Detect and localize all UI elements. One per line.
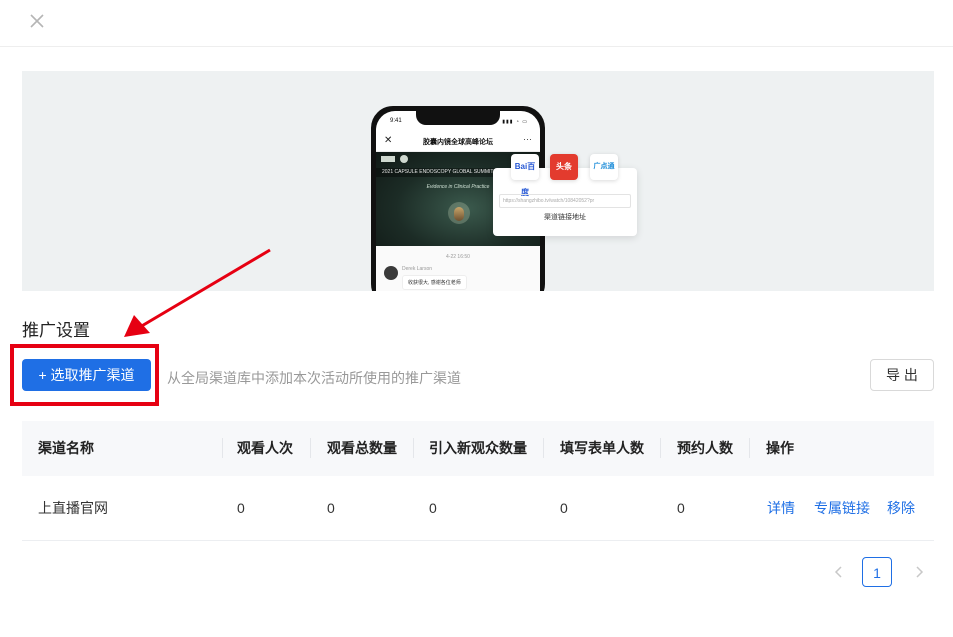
- chat-area: 4-22 16:50 Derek Larson 收获很大, 感谢各位老师: [376, 246, 540, 291]
- status-time: 9:41: [390, 118, 402, 124]
- close-icon[interactable]: [26, 10, 48, 32]
- annotation-arrow-icon: [124, 248, 271, 337]
- col-divider: [413, 438, 414, 458]
- col-divider: [660, 438, 661, 458]
- banner-badge: [400, 155, 408, 163]
- chevron-right-icon[interactable]: [910, 562, 928, 582]
- col-new-viewers: 引入新观众数量: [429, 440, 527, 456]
- col-actions: 操作: [766, 440, 794, 456]
- col-reservations: 预约人数: [677, 440, 733, 456]
- cell-reservations: 0: [677, 500, 685, 516]
- select-channel-hint: 从全局渠道库中添加本次活动所使用的推广渠道: [167, 370, 461, 386]
- col-divider: [310, 438, 311, 458]
- channel-url: https://shangzhibo.tv/watch/10842052?pr: [499, 194, 631, 208]
- channel-link-card: Bai百度 头条 广点通 https://shangzhibo.tv/watch…: [493, 154, 637, 236]
- chat-message: 收获很大, 感谢各位老师: [402, 275, 467, 290]
- cell-forms: 0: [560, 500, 568, 516]
- col-divider: [749, 438, 750, 458]
- col-divider: [222, 438, 223, 458]
- table-header: 渠道名称 观看人次 观看总数量 引入新观众数量 填写表单人数 预约人数 操作: [22, 421, 934, 476]
- col-forms: 填写表单人数: [560, 440, 644, 456]
- chat-name: Derek Larson: [402, 266, 433, 272]
- banner-logo: [381, 156, 395, 162]
- cell-views: 0: [237, 500, 245, 516]
- cell-new-viewers: 0: [429, 500, 437, 516]
- phone-notch: [416, 111, 500, 125]
- header-divider: [0, 46, 953, 47]
- toutiao-channel-icon: 头条: [550, 154, 578, 180]
- cell-channel-name: 上直播官网: [38, 500, 108, 516]
- phone-page-title: 胶囊内镜全球高峰论坛: [423, 139, 493, 146]
- exclusive-link[interactable]: 专属链接: [814, 476, 870, 540]
- capsule-image: [454, 207, 464, 221]
- channel-url-label: 渠道链接地址: [544, 214, 586, 221]
- details-link[interactable]: 详情: [767, 476, 795, 540]
- col-total: 观看总数量: [327, 440, 397, 456]
- remove-link[interactable]: 移除: [887, 476, 915, 540]
- export-button[interactable]: 导 出: [870, 359, 934, 391]
- phone-more-icon: ···: [523, 134, 532, 144]
- col-divider: [543, 438, 544, 458]
- table-row: 上直播官网 0 0 0 0 0 详情 专属链接 移除: [22, 476, 934, 541]
- guangdiantong-channel-icon: 广点通: [590, 154, 618, 180]
- baidu-channel-icon: Bai百度: [511, 154, 539, 197]
- cell-total: 0: [327, 500, 335, 516]
- col-views: 观看人次: [237, 440, 293, 456]
- col-channel-name: 渠道名称: [38, 440, 94, 456]
- chat-time: 4-22 16:50: [446, 254, 470, 260]
- select-channel-button[interactable]: + 选取推广渠道: [22, 359, 151, 391]
- pagination-current-page[interactable]: 1: [862, 557, 892, 587]
- status-icons: ▮▮▮ ◔ ▭: [502, 119, 528, 125]
- phone-navbar: ✕ 胶囊内镜全球高峰论坛 ···: [376, 133, 540, 152]
- avatar: [384, 266, 398, 280]
- section-title: 推广设置: [22, 321, 90, 340]
- chevron-left-icon[interactable]: [830, 562, 848, 582]
